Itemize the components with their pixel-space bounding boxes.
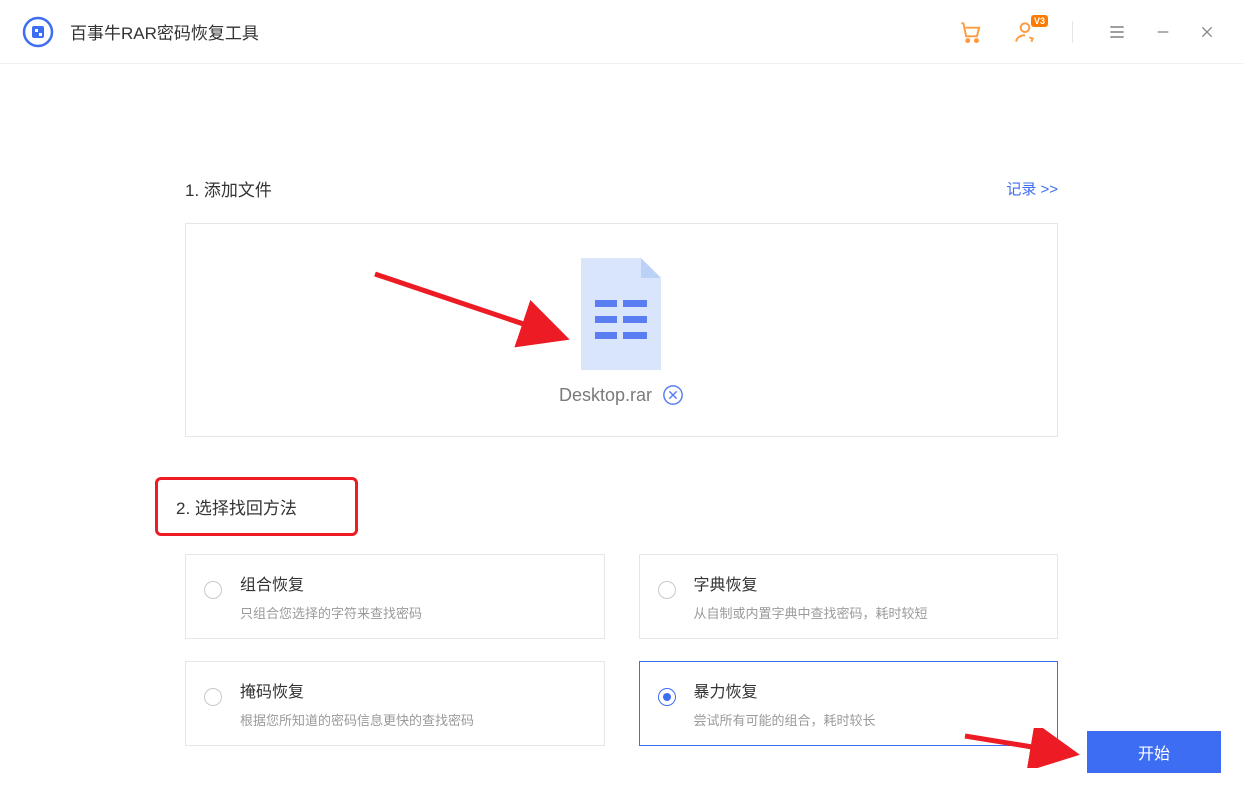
app-title: 百事牛RAR密码恢复工具 (70, 19, 259, 44)
file-name-row: Desktop.rar (559, 384, 684, 406)
cart-icon[interactable] (958, 19, 984, 45)
method-desc: 从自制或内置字典中查找密码，耗时较短 (694, 603, 928, 622)
remove-file-icon[interactable] (662, 384, 684, 406)
main-content: 1. 添加文件 记录 >> Desktop.rar (0, 176, 1243, 746)
section1-title: 1. 添加文件 (185, 176, 272, 201)
file-icon-wrap: Desktop.rar (559, 254, 684, 406)
records-link[interactable]: 记录 >> (1006, 178, 1058, 199)
menu-icon[interactable] (1107, 22, 1127, 42)
start-button[interactable]: 开始 (1087, 731, 1221, 773)
section1-header: 1. 添加文件 记录 >> (185, 176, 1058, 201)
app-header: 百事牛RAR密码恢复工具 V3 (0, 0, 1243, 64)
file-icon (573, 254, 669, 374)
method-desc: 尝试所有可能的组合，耗时较长 (694, 710, 876, 729)
header-divider (1072, 21, 1073, 43)
method-title: 暴力恢复 (694, 678, 876, 702)
radio-icon (204, 581, 222, 599)
close-icon[interactable] (1199, 24, 1215, 40)
header-icon-group: V3 (958, 19, 1215, 45)
method-desc: 根据您所知道的密码信息更快的查找密码 (240, 710, 474, 729)
file-name: Desktop.rar (559, 385, 652, 406)
app-logo-icon (22, 16, 54, 48)
method-title: 组合恢复 (240, 571, 422, 595)
method-desc: 只组合您选择的字符来查找密码 (240, 603, 422, 622)
section2-highlight-box: 2. 选择找回方法 (155, 477, 358, 536)
method-card-dictionary[interactable]: 字典恢复 从自制或内置字典中查找密码，耗时较短 (639, 554, 1059, 639)
method-card-combination[interactable]: 组合恢复 只组合您选择的字符来查找密码 (185, 554, 605, 639)
method-title: 字典恢复 (694, 571, 928, 595)
section2-title: 2. 选择找回方法 (176, 494, 297, 519)
user-icon[interactable]: V3 (1012, 19, 1038, 45)
radio-icon (658, 581, 676, 599)
file-dropzone[interactable]: Desktop.rar (185, 223, 1058, 437)
method-grid: 组合恢复 只组合您选择的字符来查找密码 字典恢复 从自制或内置字典中查找密码，耗… (185, 554, 1058, 746)
radio-icon (204, 688, 222, 706)
user-badge: V3 (1031, 15, 1048, 27)
minimize-icon[interactable] (1155, 24, 1171, 40)
method-card-mask[interactable]: 掩码恢复 根据您所知道的密码信息更快的查找密码 (185, 661, 605, 746)
method-title: 掩码恢复 (240, 678, 474, 702)
method-card-bruteforce[interactable]: 暴力恢复 尝试所有可能的组合，耗时较长 (639, 661, 1059, 746)
radio-icon (658, 688, 676, 706)
